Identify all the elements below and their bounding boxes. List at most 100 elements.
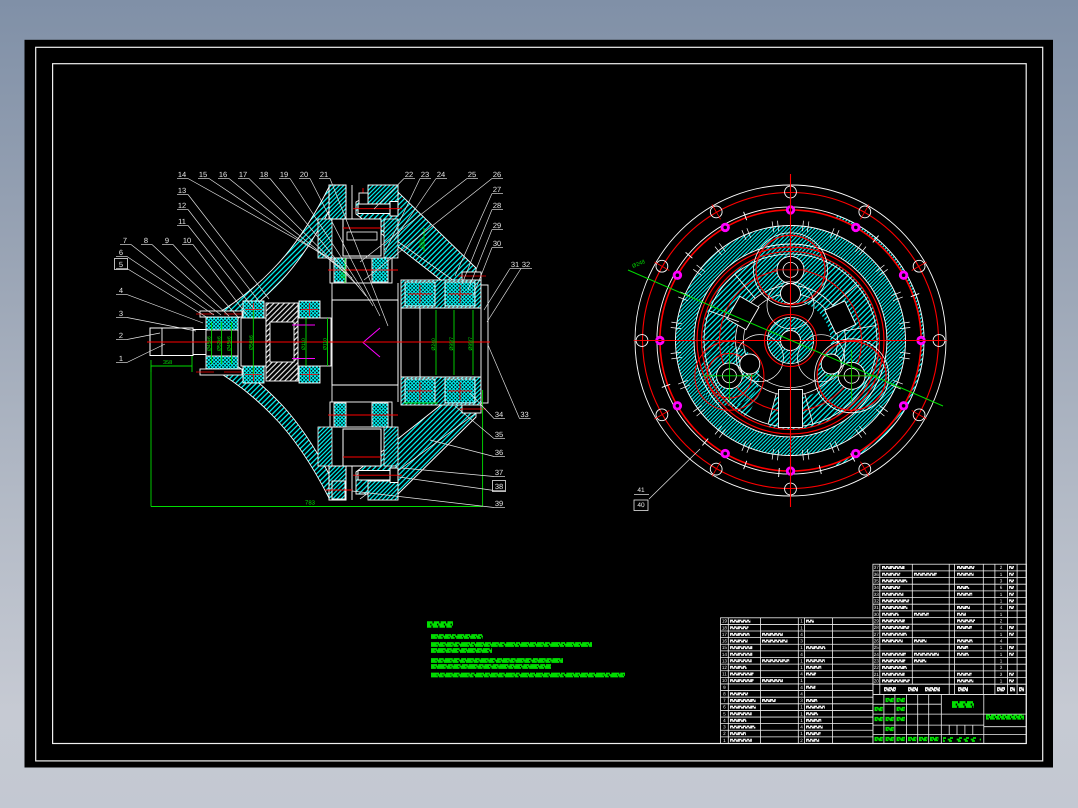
svg-text:1: 1 xyxy=(800,678,803,683)
svg-text:10: 10 xyxy=(722,678,728,683)
svg-text:Ø95f7: Ø95f7 xyxy=(468,337,474,351)
svg-text:39: 39 xyxy=(495,499,503,508)
svg-text:14: 14 xyxy=(722,652,728,657)
svg-text:Ø110: Ø110 xyxy=(323,338,329,350)
svg-text:19: 19 xyxy=(722,619,728,624)
svg-text:2: 2 xyxy=(1000,619,1003,624)
svg-text:26: 26 xyxy=(493,170,501,179)
svg-text:5: 5 xyxy=(723,711,726,716)
svg-text:358: 358 xyxy=(163,360,172,366)
svg-text:36: 36 xyxy=(874,572,880,577)
svg-text:7: 7 xyxy=(123,236,127,245)
svg-text:8: 8 xyxy=(144,236,148,245)
svg-text:1: 1 xyxy=(1000,572,1003,577)
svg-text:1: 1 xyxy=(800,625,803,630)
svg-text:22: 22 xyxy=(874,665,880,670)
svg-text:Ø240: Ø240 xyxy=(431,338,437,350)
svg-text:28: 28 xyxy=(493,201,501,210)
svg-text:4: 4 xyxy=(1000,639,1003,644)
svg-text:16: 16 xyxy=(722,639,728,644)
svg-text:41: 41 xyxy=(637,487,645,494)
svg-text:1: 1 xyxy=(800,731,803,736)
svg-text:27: 27 xyxy=(493,185,501,194)
svg-text:13: 13 xyxy=(722,658,728,663)
svg-text:3: 3 xyxy=(1000,579,1003,584)
svg-text:3: 3 xyxy=(1000,672,1003,677)
svg-text:Ø45k6: Ø45k6 xyxy=(207,336,213,351)
svg-text:23: 23 xyxy=(421,170,429,179)
svg-text:2: 2 xyxy=(723,731,726,736)
svg-text:4: 4 xyxy=(800,652,803,657)
svg-text:1: 1 xyxy=(800,705,803,710)
svg-text:15: 15 xyxy=(199,170,207,179)
svg-text:21: 21 xyxy=(874,672,880,677)
svg-text:18: 18 xyxy=(722,625,728,630)
svg-text:31: 31 xyxy=(511,260,519,269)
svg-text:29: 29 xyxy=(874,619,880,624)
svg-text:32: 32 xyxy=(874,599,880,604)
svg-text:2: 2 xyxy=(119,331,123,340)
svg-text:14: 14 xyxy=(178,170,186,179)
svg-text:2: 2 xyxy=(800,738,803,743)
svg-text:33: 33 xyxy=(874,592,880,597)
svg-text:17: 17 xyxy=(239,170,247,179)
svg-text:30: 30 xyxy=(874,612,880,617)
svg-text:6: 6 xyxy=(1000,585,1003,590)
svg-text:4: 4 xyxy=(800,672,803,677)
svg-text:6: 6 xyxy=(119,248,123,257)
svg-text:1: 1 xyxy=(119,354,123,363)
svg-text:16: 16 xyxy=(219,170,227,179)
svg-text:3: 3 xyxy=(800,698,803,703)
svg-text:11: 11 xyxy=(178,217,186,226)
svg-text:40: 40 xyxy=(637,502,645,509)
svg-text:1: 1 xyxy=(800,645,803,650)
svg-text:17: 17 xyxy=(722,632,728,637)
svg-text:3: 3 xyxy=(119,309,123,318)
svg-text:12: 12 xyxy=(178,201,186,210)
svg-text:1: 1 xyxy=(1000,659,1003,664)
svg-text:4: 4 xyxy=(1000,605,1003,610)
svg-text:26: 26 xyxy=(874,639,880,644)
svg-text:24: 24 xyxy=(874,652,880,657)
svg-text:4: 4 xyxy=(723,718,726,723)
svg-text:29: 29 xyxy=(493,221,501,230)
svg-text:6: 6 xyxy=(723,705,726,710)
svg-text:4: 4 xyxy=(800,685,803,690)
svg-text:1: 1 xyxy=(800,658,803,663)
svg-text:20: 20 xyxy=(874,679,880,684)
svg-text:11: 11 xyxy=(722,672,727,677)
svg-text:2: 2 xyxy=(1000,565,1003,570)
svg-text:19: 19 xyxy=(280,170,288,179)
svg-text:34: 34 xyxy=(495,410,503,419)
svg-text:27: 27 xyxy=(874,632,880,637)
svg-text:37: 37 xyxy=(874,565,880,570)
svg-text:12: 12 xyxy=(722,665,728,670)
svg-text:1: 1 xyxy=(1000,612,1003,617)
svg-text:25: 25 xyxy=(468,170,476,179)
svg-text:4: 4 xyxy=(119,286,123,295)
svg-text:1: 1 xyxy=(1000,632,1003,637)
svg-text:1: 1 xyxy=(1000,645,1003,650)
svg-text:1: 1 xyxy=(1000,592,1003,597)
svg-text:Ø45k6: Ø45k6 xyxy=(227,336,233,351)
svg-text:9: 9 xyxy=(723,685,726,690)
svg-text:Ø95f7: Ø95f7 xyxy=(449,337,455,351)
svg-text:31: 31 xyxy=(874,605,880,610)
svg-text:15: 15 xyxy=(722,645,728,650)
svg-text:23: 23 xyxy=(874,659,880,664)
svg-text:34: 34 xyxy=(874,585,880,590)
svg-text:783: 783 xyxy=(305,500,316,507)
svg-text:13: 13 xyxy=(178,186,186,195)
svg-text:1: 1 xyxy=(1000,679,1003,684)
svg-text:33: 33 xyxy=(520,410,528,419)
svg-text:4: 4 xyxy=(1000,625,1003,630)
svg-text:25: 25 xyxy=(874,645,880,650)
svg-text:1: 1 xyxy=(1000,599,1003,604)
svg-text:3: 3 xyxy=(1000,665,1003,670)
svg-text:4: 4 xyxy=(800,725,803,730)
svg-text:32: 32 xyxy=(522,260,530,269)
svg-text:35: 35 xyxy=(874,579,880,584)
svg-text:1: 1 xyxy=(800,718,803,723)
svg-text:1: 1 xyxy=(1000,652,1003,657)
svg-text:3: 3 xyxy=(723,725,726,730)
